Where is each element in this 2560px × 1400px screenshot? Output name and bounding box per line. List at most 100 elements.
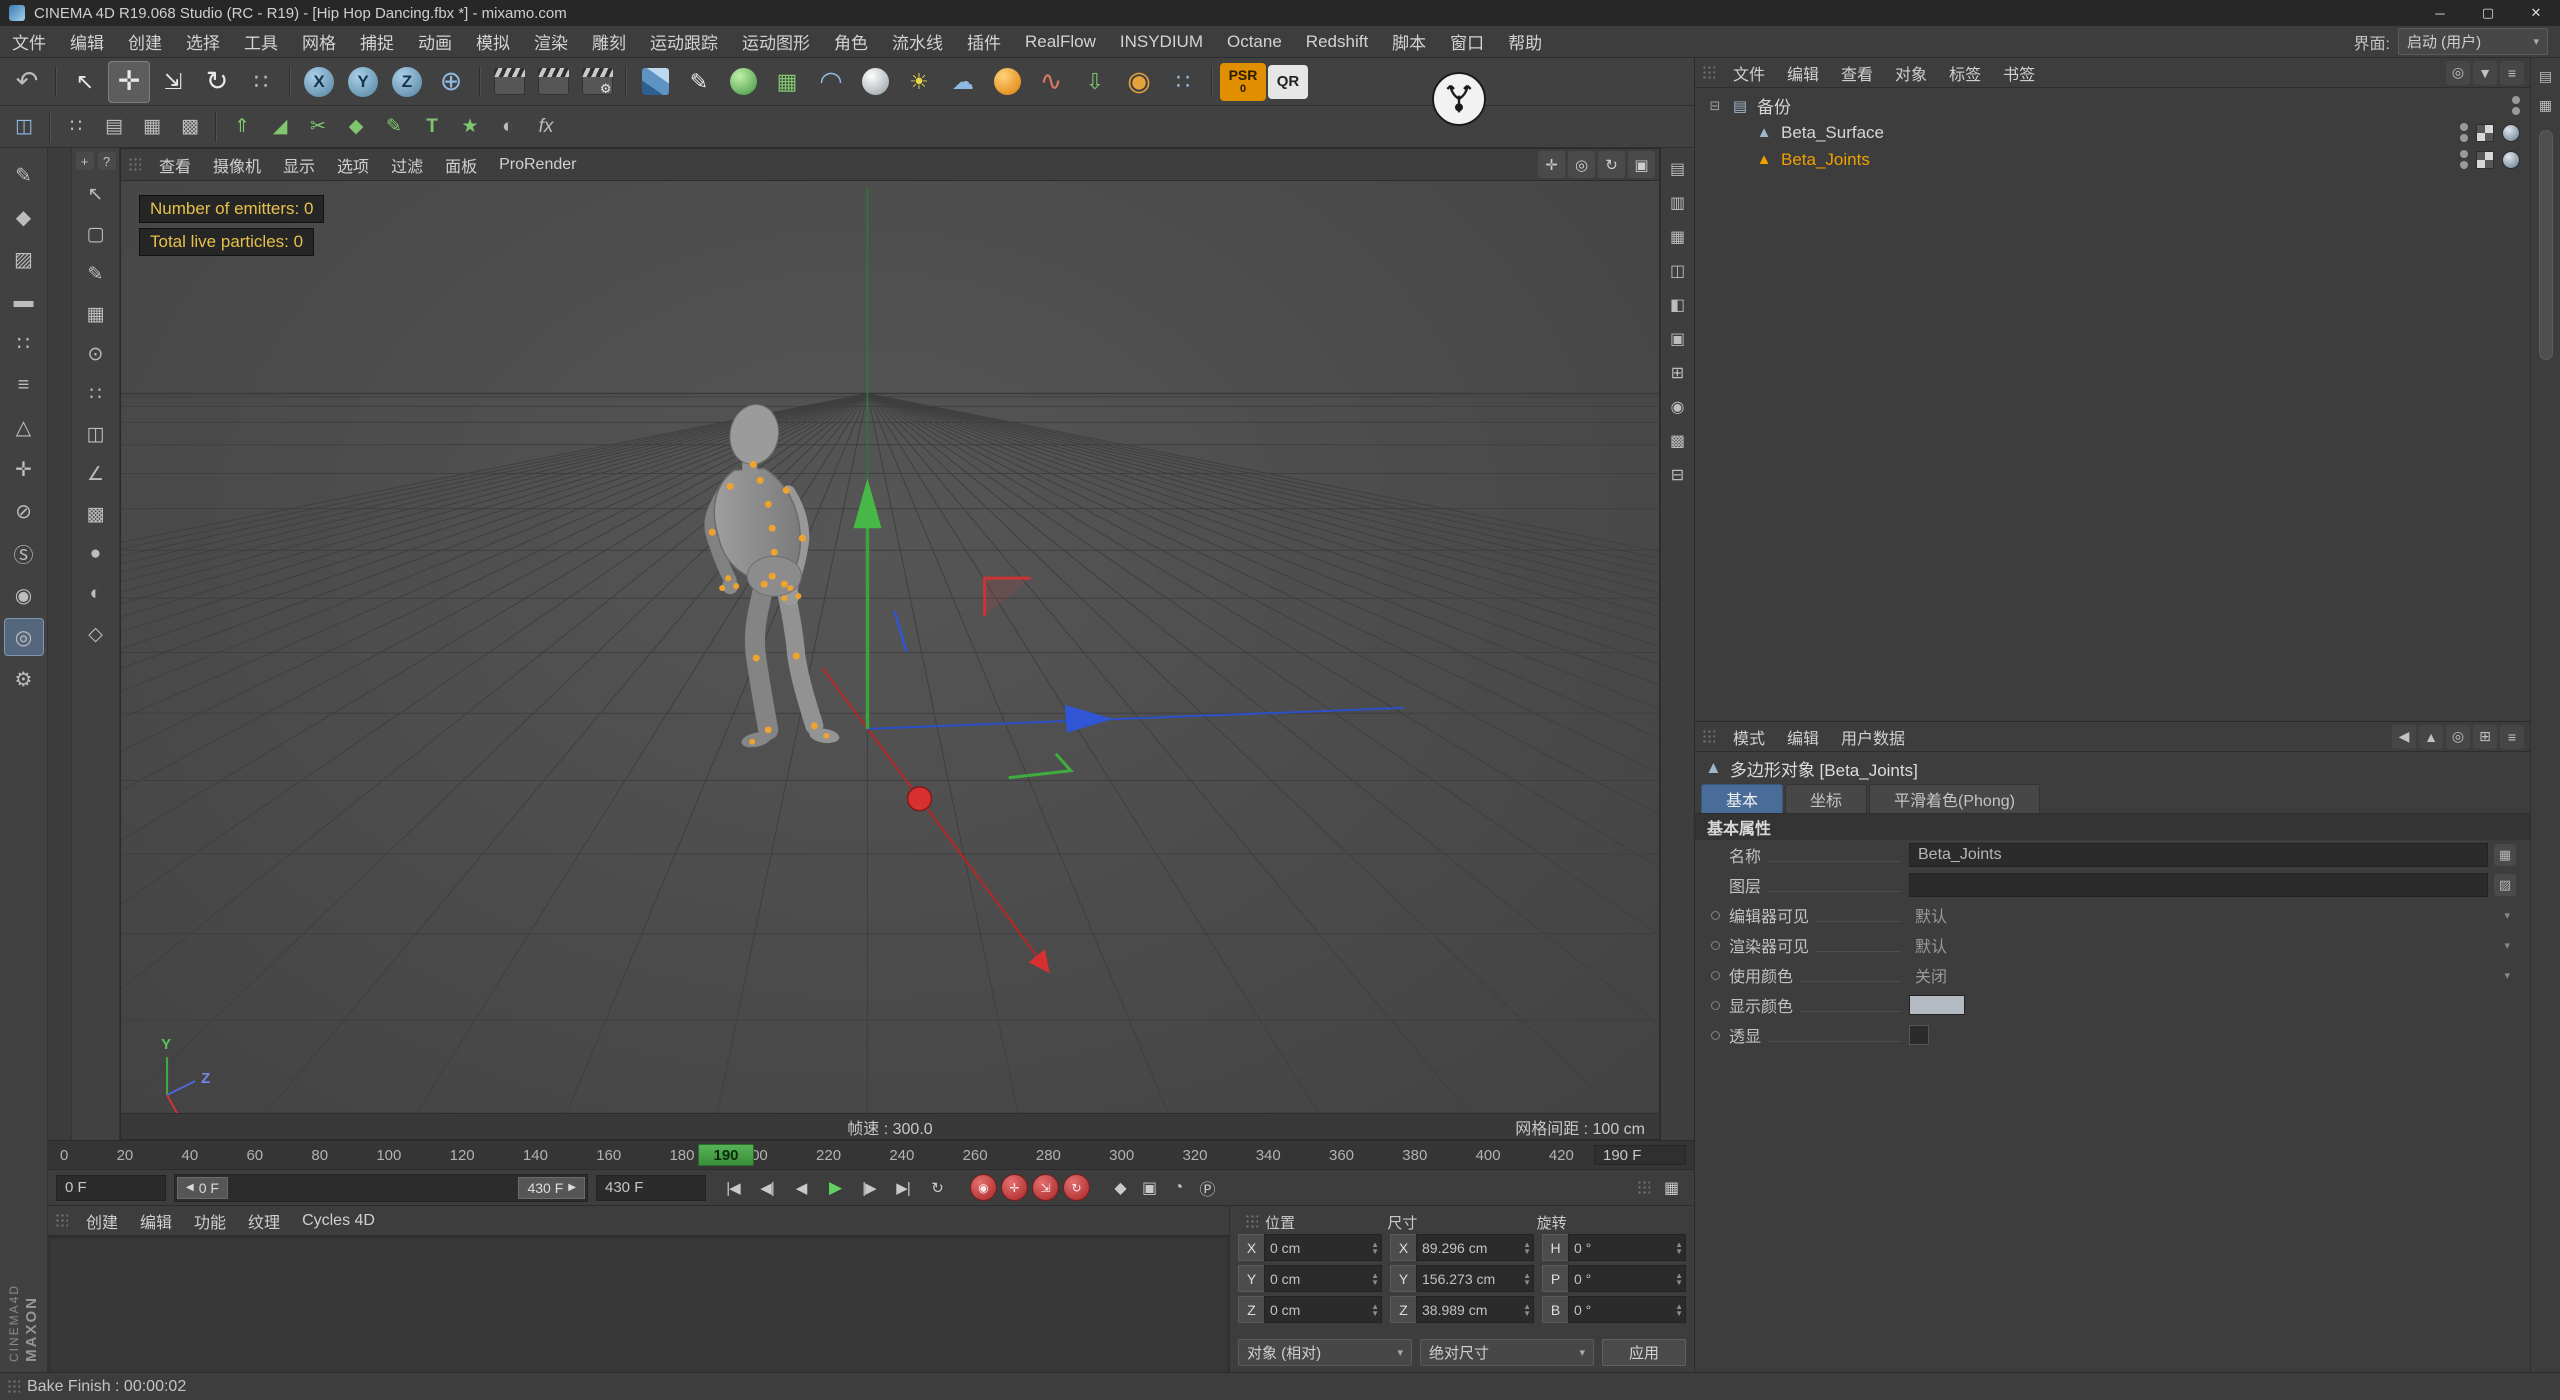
timeline-playhead[interactable]: 190 bbox=[698, 1144, 754, 1166]
search-icon[interactable]: ◎ bbox=[2446, 724, 2470, 749]
menu-item[interactable]: 角色 bbox=[822, 26, 880, 57]
object-menu-item[interactable]: 对象 bbox=[1884, 58, 1938, 87]
grid-tool-icon[interactable]: ▩ bbox=[77, 496, 115, 532]
stepper-arrows[interactable]: ▲ ▼ bbox=[1675, 1235, 1683, 1260]
play-mode-button[interactable]: ↻ bbox=[920, 1174, 954, 1202]
text-tool-icon[interactable]: T bbox=[414, 109, 450, 145]
add-mograph-icon[interactable]: ▦ bbox=[766, 61, 808, 103]
mesh-display-icon[interactable]: ▦ bbox=[77, 296, 115, 332]
pla-toggle[interactable]: Ⓟ bbox=[1194, 1174, 1221, 1201]
panel-grip[interactable] bbox=[1637, 1179, 1650, 1196]
scale-tool-icon[interactable]: ⇲ bbox=[152, 61, 194, 103]
viewport-canvas[interactable]: Y Z X Number of emitters: 0Total live pa… bbox=[121, 181, 1659, 1113]
coordinate-system-icon[interactable]: ⊕ bbox=[430, 61, 472, 103]
record-rotation-toggle[interactable]: ↻ bbox=[1063, 1174, 1090, 1201]
play-button[interactable]: ▶ bbox=[818, 1174, 852, 1202]
material-menu-item[interactable]: Cycles 4D bbox=[291, 1206, 386, 1235]
viewport-menu-item[interactable]: ProRender bbox=[488, 149, 587, 180]
viewport-rotate-icon[interactable]: ↻ bbox=[1598, 151, 1625, 178]
object-menu-item[interactable]: 书签 bbox=[1992, 58, 2046, 87]
viewport-menu-item[interactable]: 显示 bbox=[272, 149, 326, 180]
nav-up-icon[interactable]: ▲ bbox=[2419, 724, 2443, 749]
rect-selection-icon[interactable]: ▢ bbox=[77, 216, 115, 252]
character-model[interactable] bbox=[704, 401, 841, 750]
magic-merge-icon[interactable]: ★ bbox=[452, 109, 488, 145]
render-picture-viewer-icon[interactable] bbox=[532, 61, 574, 103]
maximize-button[interactable]: ▢ bbox=[2464, 0, 2512, 26]
phong-tag-icon[interactable] bbox=[2502, 123, 2520, 142]
menu-item[interactable]: 工具 bbox=[232, 26, 290, 57]
live-selection-icon[interactable]: ↖ bbox=[64, 61, 106, 103]
animation-dot[interactable] bbox=[1711, 970, 1720, 980]
nav-back-icon[interactable]: ◀ bbox=[2392, 724, 2416, 749]
expander-icon[interactable]: ⊟ bbox=[1707, 98, 1723, 114]
phong-tag-icon[interactable] bbox=[2502, 150, 2520, 169]
menu-item[interactable]: 模拟 bbox=[464, 26, 522, 57]
attribute-tab[interactable]: 平滑着色(Phong) bbox=[1869, 784, 2040, 813]
menu-item[interactable]: Octane bbox=[1215, 26, 1294, 57]
visibility-dots[interactable] bbox=[2512, 96, 2520, 115]
spline-pen-icon[interactable]: ✎ bbox=[376, 109, 412, 145]
viewport-toggle-icon[interactable]: ▣ bbox=[1628, 151, 1655, 178]
grid-icon[interactable]: ⊞ bbox=[2473, 724, 2497, 749]
qr-badge[interactable]: QR bbox=[1268, 64, 1308, 99]
current-frame-field[interactable]: 190 F bbox=[1594, 1145, 1686, 1165]
object-menu-item[interactable]: 查看 bbox=[1830, 58, 1884, 87]
menu-item[interactable]: 创建 bbox=[116, 26, 174, 57]
scene-start-field[interactable]: 0 F bbox=[56, 1174, 166, 1201]
object-label[interactable]: Beta_Joints bbox=[1781, 150, 1870, 170]
panel-shortcut-icon[interactable]: ⊞ bbox=[1663, 358, 1693, 388]
next-frame-button[interactable]: |▶ bbox=[852, 1174, 886, 1202]
workplane-mode-icon[interactable]: ▬ bbox=[4, 282, 44, 320]
help-mini-icon[interactable]: ? bbox=[97, 152, 116, 170]
knife-tool-icon[interactable]: ✂ bbox=[300, 109, 336, 145]
viewport-pan-icon[interactable]: ✛ bbox=[1538, 151, 1565, 178]
preview-range-slider[interactable]: ◀ 0 F 430 F ▶ bbox=[174, 1173, 588, 1202]
panel-shortcut-icon[interactable]: ▦ bbox=[1663, 222, 1693, 252]
stepper-arrows[interactable]: ▲ ▼ bbox=[1675, 1266, 1683, 1291]
crosshair-mini-icon[interactable]: + bbox=[75, 152, 94, 170]
panel-grip[interactable] bbox=[128, 156, 141, 173]
xray-checkbox[interactable] bbox=[1909, 1025, 1929, 1045]
add-cube-icon[interactable] bbox=[634, 61, 676, 103]
selection-filter-points-icon[interactable]: ∷ bbox=[58, 109, 94, 145]
panel-shortcut-icon[interactable]: ▥ bbox=[1663, 188, 1693, 218]
enable-axis-icon[interactable]: ✛ bbox=[4, 450, 44, 488]
layout-switch-icon[interactable]: ◫ bbox=[6, 109, 42, 145]
stepper-arrows[interactable]: ▲ ▼ bbox=[1523, 1297, 1531, 1322]
menu-item[interactable]: 运动图形 bbox=[730, 26, 822, 57]
attribute-tab[interactable]: 基本 bbox=[1701, 784, 1784, 813]
object-row[interactable]: ▲ Beta_Joints bbox=[1695, 146, 2530, 173]
add-material-icon[interactable] bbox=[986, 61, 1028, 103]
psr-badge[interactable]: PSR 0 bbox=[1220, 62, 1266, 101]
panel-shortcut-icon[interactable]: ⊟ bbox=[1663, 460, 1693, 490]
realflow-icon[interactable]: ◉ bbox=[1118, 61, 1160, 103]
object-menu-item[interactable]: 文件 bbox=[1722, 58, 1776, 87]
display-filter-icon[interactable]: ◐ bbox=[490, 109, 526, 145]
simulation-icon[interactable]: ∿ bbox=[1030, 61, 1072, 103]
scene-end-field[interactable]: 430 F bbox=[596, 1174, 706, 1201]
deer-logo-badge[interactable] bbox=[1432, 72, 1486, 126]
coordinate-mode-dropdown[interactable]: 对象 (相对) ▾ bbox=[1238, 1339, 1412, 1366]
animation-dot[interactable] bbox=[1711, 1000, 1720, 1010]
texture-mode-icon[interactable]: ▨ bbox=[4, 240, 44, 278]
goto-start-button[interactable]: |◀ bbox=[716, 1174, 750, 1202]
selection-tool-icon[interactable]: ↖ bbox=[77, 176, 115, 212]
polygons-mode-icon[interactable]: △ bbox=[4, 408, 44, 446]
menu-item[interactable]: 捕捉 bbox=[348, 26, 406, 57]
object-label[interactable]: 备份 bbox=[1757, 93, 1791, 118]
filter-icon[interactable]: ▼ bbox=[2473, 60, 2497, 85]
menu-item[interactable]: 运动跟踪 bbox=[638, 26, 730, 57]
add-sky-icon[interactable]: ☁ bbox=[942, 61, 984, 103]
close-polygon-tool-icon[interactable]: ◆ bbox=[338, 109, 374, 145]
stepper-arrows[interactable]: ▲ ▼ bbox=[1371, 1235, 1379, 1260]
apply-button[interactable]: 应用 bbox=[1602, 1339, 1687, 1366]
animation-dot[interactable] bbox=[1711, 940, 1720, 950]
panel-shortcut-icon[interactable]: ◉ bbox=[1663, 392, 1693, 422]
axis-lock-icon[interactable]: ⊘ bbox=[4, 492, 44, 530]
stepper-arrows[interactable]: ▲ ▼ bbox=[1371, 1297, 1379, 1322]
visibility-dots[interactable] bbox=[2460, 123, 2468, 142]
points-mode-icon[interactable]: ∷ bbox=[4, 324, 44, 362]
array-tool-icon[interactable]: ∷ bbox=[77, 376, 115, 412]
menu-item[interactable]: RealFlow bbox=[1013, 26, 1108, 57]
